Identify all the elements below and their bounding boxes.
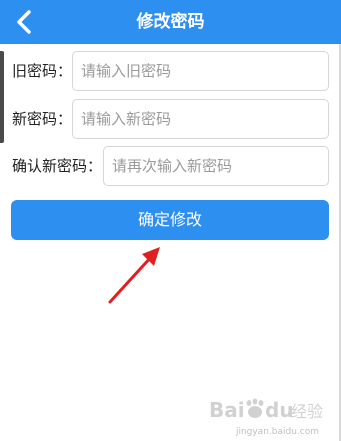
new-password-input[interactable] (72, 99, 329, 139)
baidu-jingyan-watermark-icon: Bai du 经验 (209, 398, 323, 422)
new-password-row: 新密码： (0, 99, 341, 139)
confirm-password-input[interactable] (103, 146, 329, 186)
confirm-password-row: 确认新密码： (0, 146, 341, 186)
old-password-row: 旧密码： (0, 51, 341, 91)
confirm-password-label: 确认新密码： (12, 157, 103, 175)
watermark-url: jingyan.baidu.com (235, 427, 319, 437)
change-password-screen: 修改密码 旧密码： 新密码： 确认新密码： 确定修改 Bai du 经验 jin… (0, 0, 341, 441)
annotation-arrow-icon (108, 247, 160, 304)
confirm-change-button[interactable]: 确定修改 (11, 200, 329, 240)
svg-text:经验: 经验 (291, 402, 323, 421)
old-password-label: 旧密码： (12, 62, 73, 80)
svg-text:du: du (265, 398, 294, 422)
new-password-label: 新密码： (12, 110, 73, 128)
svg-text:Bai: Bai (209, 398, 245, 422)
app-header: 修改密码 (0, 0, 341, 44)
page-title: 修改密码 (136, 12, 205, 32)
old-password-input[interactable] (72, 51, 329, 91)
